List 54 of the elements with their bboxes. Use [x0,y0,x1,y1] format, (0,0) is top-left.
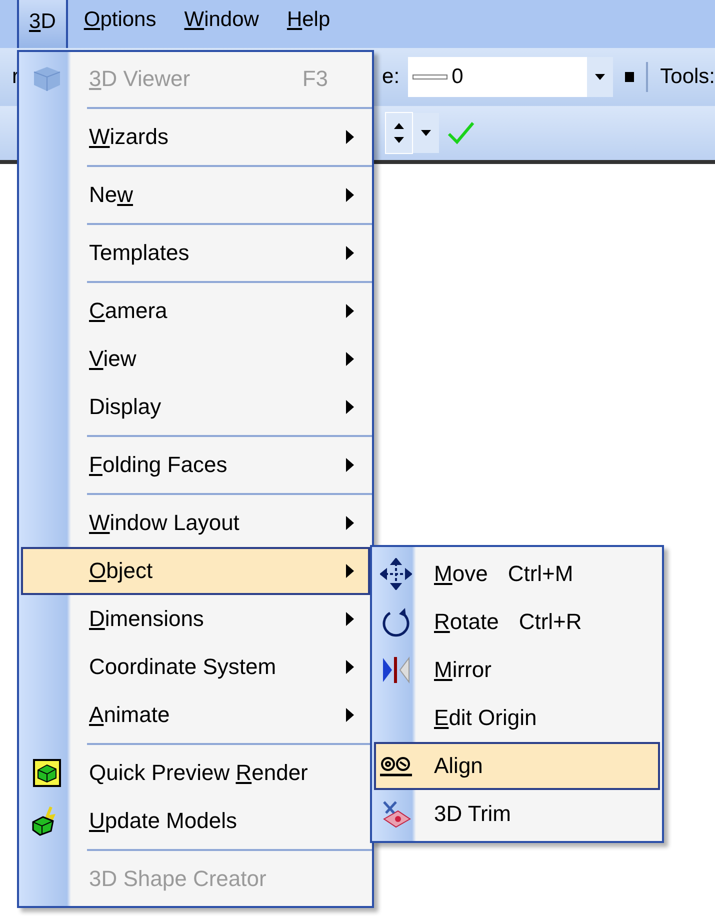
submenu-arrow-icon [346,708,354,722]
line-style-field[interactable]: 0 [408,57,588,97]
caret-icon [594,74,605,80]
menu-item[interactable]: View [21,335,370,383]
submenu-arrow-icon [346,516,354,530]
submenu-arrow-icon [346,400,354,414]
menu-item[interactable]: 3D Trim [374,790,660,838]
check-icon[interactable] [447,120,475,146]
menu-item[interactable]: Wizards [21,113,370,161]
submenu-arrow-icon [346,304,354,318]
cube-icon [32,65,62,93]
menu-item[interactable]: Folding Faces [21,441,370,489]
menu-item[interactable]: Rotate Ctrl+R [374,598,660,646]
square-icon [624,72,634,82]
submenu-arrow-icon [346,612,354,626]
menu-item[interactable]: Object [21,547,370,595]
submenu-arrow-icon [346,458,354,472]
submenu-arrow-icon [346,188,354,202]
menu-item[interactable]: Coordinate System [21,643,370,691]
menu-item[interactable]: Display [21,383,370,431]
spin-button[interactable] [385,112,413,154]
menu-item[interactable]: Quick Preview Render [21,749,370,797]
menu-item[interactable]: Mirror [374,646,660,694]
menu-item[interactable]: Camera [21,287,370,335]
submenu-arrow-icon [346,246,354,260]
up-down-arrows-icon [393,121,405,145]
menu-item[interactable]: Animate [21,691,370,739]
menu-item[interactable]: Update Models [21,797,370,845]
toolbar-label: e: [382,65,400,89]
mirror-icon [381,655,411,685]
trim-icon [380,799,412,829]
menu-bar-item[interactable]: Window [172,0,271,48]
menu-bar-item[interactable]: Options [72,0,168,48]
dropdown-button[interactable] [587,57,612,97]
submenu-arrow-icon [346,660,354,674]
menu-item[interactable]: New [21,171,370,219]
submenu-arrow-icon [346,564,354,578]
menu-item[interactable]: Move Ctrl+M [374,550,660,598]
submenu-arrow-icon [346,352,354,366]
rotate-icon [380,606,412,638]
submenu-arrow-icon [346,130,354,144]
menu-item[interactable]: Dimensions [21,595,370,643]
toolbar-label: Tools: [660,65,715,89]
box-icon [33,759,61,787]
menu-item[interactable]: Templates [21,229,370,277]
dropdown-button[interactable] [413,113,439,153]
menu-item[interactable]: Edit Origin [374,694,660,742]
move-arrows-icon [380,558,412,590]
caret-icon [421,130,431,136]
menu-bar-item[interactable]: 3D [17,0,68,48]
menu-item[interactable]: Align [374,742,660,790]
line-sample-icon [412,72,448,82]
menu-bar-item[interactable]: Help [274,0,342,48]
menu-item[interactable]: Window Layout [21,499,370,547]
